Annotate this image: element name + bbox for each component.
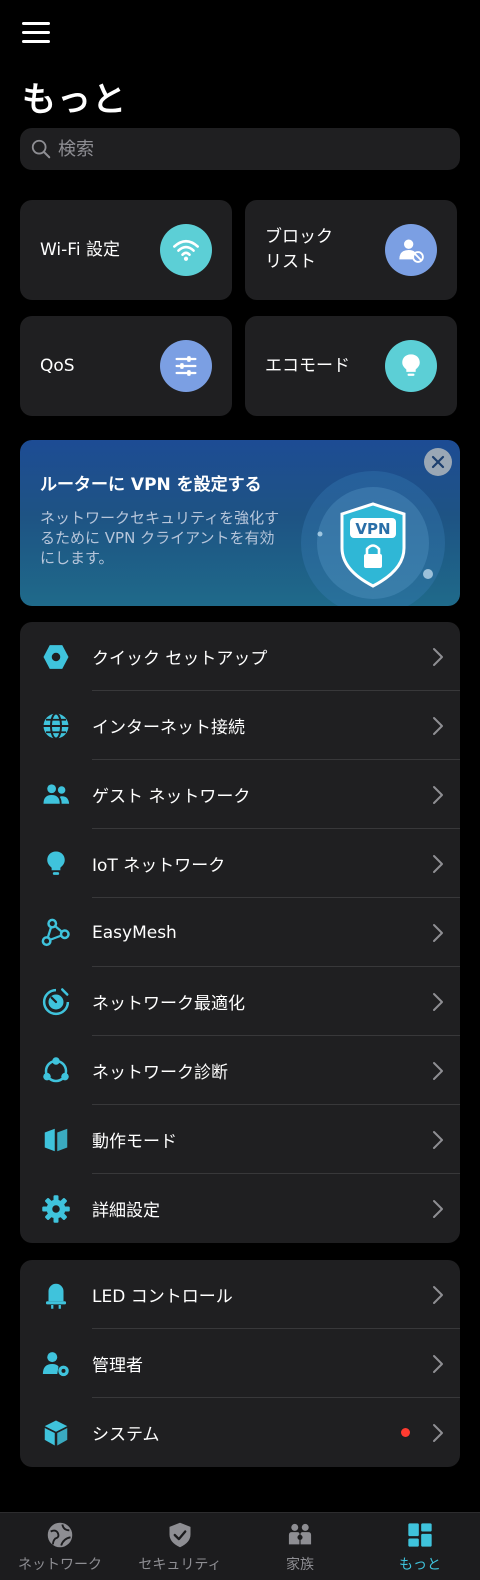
chevron-right-icon [416,647,460,667]
tab-label: もっと [399,1557,441,1573]
chevron-right-icon [416,1199,460,1219]
list-item-network-diagnosis[interactable]: ネットワーク診断 [20,1036,460,1105]
list-item-label: ネットワーク診断 [92,1063,228,1083]
admin-icon [20,1329,92,1398]
tile-label: ブロック リスト [265,227,333,272]
list-item-system[interactable]: システム [20,1398,460,1467]
list-item-label: EasyMesh [92,922,177,943]
cube-icon [20,1398,92,1467]
chevron-right-icon [416,854,460,874]
tile-label: QoS [40,355,75,376]
list-item-network-optimization[interactable]: ネットワーク最適化 [20,967,460,1036]
tile-block-list[interactable]: ブロック リスト [245,200,457,300]
list-item-label: IoT ネットワーク [92,856,226,876]
chevron-right-icon [416,785,460,805]
tile-wifi-settings[interactable]: Wi-Fi 設定 [20,200,232,300]
chevron-right-icon [416,1061,460,1081]
tab-label: ネットワーク [18,1557,102,1573]
sliders-icon [160,340,212,392]
vpn-banner-description: ネットワークセキュリティを強化するために VPN クライアントを有効にします。 [40,509,280,567]
vpn-badge-text: VPN [355,520,390,538]
list-item-easymesh[interactable]: EasyMesh [20,898,460,967]
tab-security[interactable]: セキュリティ [120,1513,240,1580]
tab-bar: ネットワーク セキュリティ 家族 もっと [0,1512,480,1580]
optimize-icon [20,967,92,1036]
menu-icon[interactable] [22,22,50,44]
list-item-label: クイック セットアップ [92,649,268,669]
led-icon [20,1260,92,1329]
globe-icon [20,691,92,760]
mode-icon [20,1105,92,1174]
diagnosis-icon [20,1036,92,1105]
tile-eco-mode[interactable]: エコモード [245,316,457,416]
guests-icon [20,760,92,829]
system-list: LED コントロール 管理者 システム [20,1260,460,1467]
chevron-right-icon [416,1354,460,1374]
tab-more[interactable]: もっと [360,1513,480,1580]
chevron-right-icon [416,716,460,736]
list-item-quick-setup[interactable]: クイック セットアップ [20,622,460,691]
list-item-label: システム [92,1425,160,1445]
list-item-led-control[interactable]: LED コントロール [20,1260,460,1329]
vpn-banner[interactable]: ルーターに VPN を設定する ネットワークセキュリティを強化するために VPN… [20,440,460,606]
dashboard-tab-icon [408,1523,432,1547]
list-item-guest-network[interactable]: ゲスト ネットワーク [20,760,460,829]
list-item-operation-mode[interactable]: 動作モード [20,1105,460,1174]
gear-icon [20,1174,92,1243]
search-bar[interactable] [20,128,460,170]
tab-network[interactable]: ネットワーク [0,1513,120,1580]
bulb-icon [20,829,92,898]
settings-list: クイック セットアップ インターネット接続 ゲスト ネットワーク IoT ネット… [20,622,460,1243]
vpn-shield-icon: VPN [301,471,445,606]
tab-family[interactable]: 家族 [240,1513,360,1580]
search-input[interactable] [58,138,438,160]
tile-qos[interactable]: QoS [20,316,232,416]
chevron-right-icon [416,1285,460,1305]
chevron-right-icon [416,1423,460,1443]
list-item-advanced-settings[interactable]: 詳細設定 [20,1174,460,1243]
globe-tab-icon [47,1522,73,1548]
list-item-admin[interactable]: 管理者 [20,1329,460,1398]
list-item-label: 管理者 [92,1356,143,1376]
list-item-label: 詳細設定 [92,1201,160,1221]
chevron-right-icon [416,992,460,1012]
list-item-label: インターネット接続 [92,718,245,738]
mesh-icon [20,898,92,967]
wifi-icon [160,224,212,276]
vpn-banner-title: ルーターに VPN を設定する [40,475,262,495]
list-item-label: ゲスト ネットワーク [92,787,251,807]
list-item-iot-network[interactable]: IoT ネットワーク [20,829,460,898]
list-item-label: 動作モード [92,1132,177,1152]
list-item-label: LED コントロール [92,1287,233,1307]
chevron-right-icon [416,923,460,943]
family-tab-icon [288,1523,312,1545]
search-icon [31,139,51,159]
chevron-right-icon [416,1130,460,1150]
alert-dot [401,1428,410,1437]
page-title: もっと [22,80,127,120]
tile-label: エコモード [265,355,350,376]
tile-label: Wi-Fi 設定 [40,239,120,260]
list-item-label: ネットワーク最適化 [92,994,245,1014]
tab-label: 家族 [286,1557,314,1573]
list-item-internet[interactable]: インターネット接続 [20,691,460,760]
tab-label: セキュリティ [138,1557,222,1573]
hexagon-icon [20,622,92,691]
shield-tab-icon [169,1522,191,1548]
lightbulb-icon [385,340,437,392]
blocked-user-icon [385,224,437,276]
